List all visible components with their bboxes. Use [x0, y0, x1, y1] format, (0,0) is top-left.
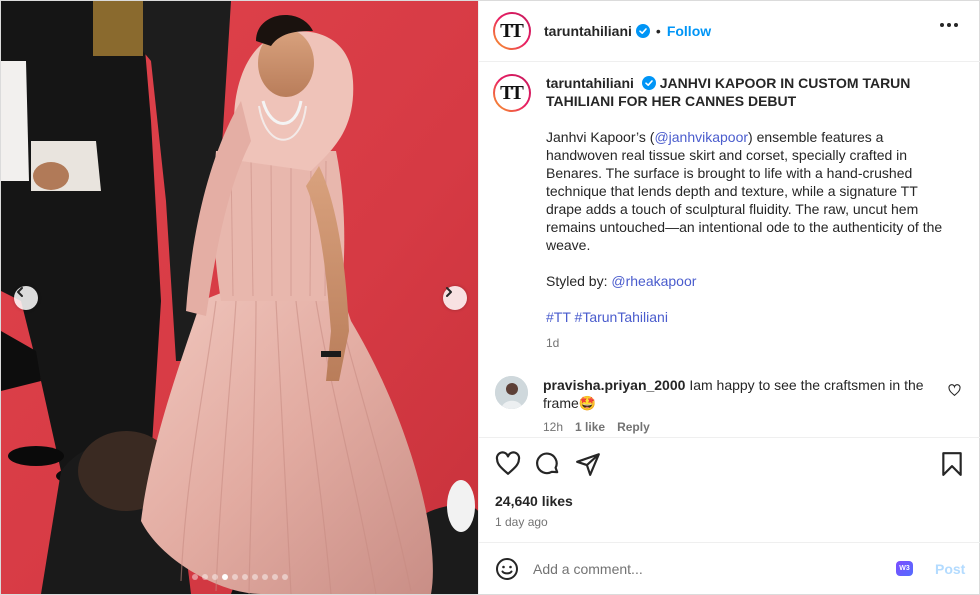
chevron-left-icon: [17, 287, 23, 297]
carousel-dot: [241, 574, 248, 580]
comment-icon[interactable]: [535, 451, 561, 477]
hashtags: #TT #TarunTahiliani: [546, 308, 956, 326]
carousel-dot: [251, 574, 258, 580]
carousel-indicator: [1, 574, 478, 580]
post-dialog: TT taruntahiliani • Follow TT taruntahil…: [0, 0, 980, 595]
mention-link[interactable]: @janhvikapoor: [654, 129, 748, 145]
share-icon[interactable]: [575, 451, 601, 477]
emoji-icon[interactable]: [495, 557, 519, 581]
mention-link[interactable]: @rheakapoor: [611, 273, 696, 289]
post-header: TT taruntahiliani • Follow: [479, 1, 980, 62]
comment-emoji: 🤩: [578, 395, 597, 411]
carousel-dot: [221, 574, 228, 580]
caption-username[interactable]: taruntahiliani: [546, 75, 634, 91]
extension-badge-icon[interactable]: W3: [896, 561, 913, 576]
avatar-image: [495, 376, 528, 409]
save-icon[interactable]: [939, 451, 965, 477]
account-username[interactable]: taruntahiliani: [544, 23, 632, 39]
brand-logo: TT: [500, 19, 524, 42]
carousel-dot: [261, 574, 268, 580]
brand-logo: TT: [500, 81, 524, 104]
post-date[interactable]: 1 day ago: [495, 515, 548, 529]
more-options-icon[interactable]: [940, 23, 958, 27]
caption-description: Janhvi Kapoor’s (@janhvikapoor) ensemble…: [546, 128, 956, 254]
post-photo: [1, 1, 478, 594]
carousel-dot: [211, 574, 218, 580]
account-avatar[interactable]: TT: [493, 12, 531, 50]
comment-time[interactable]: 12h: [543, 418, 563, 436]
caption: TT taruntahiliani JANHVI KAPOOR IN CUSTO…: [493, 74, 956, 352]
post-comment-button[interactable]: Post: [935, 561, 965, 577]
carousel-dot: [191, 574, 198, 580]
verified-badge-icon: [641, 76, 656, 90]
comment-composer: W3 Post: [479, 542, 980, 594]
previous-slide-button[interactable]: [14, 286, 38, 310]
caption-avatar[interactable]: TT: [493, 74, 531, 112]
carousel-dot: [201, 574, 208, 580]
carousel-dot: [281, 574, 288, 580]
chevron-right-icon: [446, 287, 452, 297]
next-slide-button[interactable]: [443, 286, 467, 310]
post-media[interactable]: [1, 1, 478, 594]
styled-by-label: Styled by:: [546, 273, 612, 289]
reply-button[interactable]: Reply: [617, 418, 650, 436]
hashtag-link[interactable]: #TarunTahiliani: [575, 309, 668, 325]
caption-text: Janhvi Kapoor’s (: [546, 129, 655, 145]
carousel-dot: [271, 574, 278, 580]
post-actions: [495, 451, 965, 479]
caption-text: ) ensemble features a handwoven real tis…: [546, 129, 943, 253]
comments-scroll-area[interactable]: TT taruntahiliani JANHVI KAPOOR IN CUSTO…: [479, 62, 980, 438]
carousel-dot: [231, 574, 238, 580]
follow-button[interactable]: Follow: [667, 23, 711, 39]
comment-input[interactable]: [533, 560, 873, 577]
comment-item: pravisha.priyan_2000 Iam happy to see th…: [495, 376, 965, 436]
hashtag-link[interactable]: #TT: [546, 309, 571, 325]
like-count[interactable]: 24,640 likes: [495, 493, 573, 509]
styled-by-line: Styled by: @rheakapoor: [546, 272, 956, 290]
caption-timestamp[interactable]: 1d: [546, 334, 956, 352]
heart-icon[interactable]: [495, 451, 521, 477]
comment-like-heart-icon[interactable]: [948, 384, 961, 397]
commenter-username[interactable]: pravisha.priyan_2000: [543, 377, 685, 393]
commenter-avatar[interactable]: [495, 376, 528, 409]
verified-badge-icon: [635, 24, 650, 38]
separator-dot: •: [655, 23, 661, 39]
comment-likes[interactable]: 1 like: [575, 418, 605, 436]
post-side-panel: TT taruntahiliani • Follow TT taruntahil…: [478, 1, 980, 594]
